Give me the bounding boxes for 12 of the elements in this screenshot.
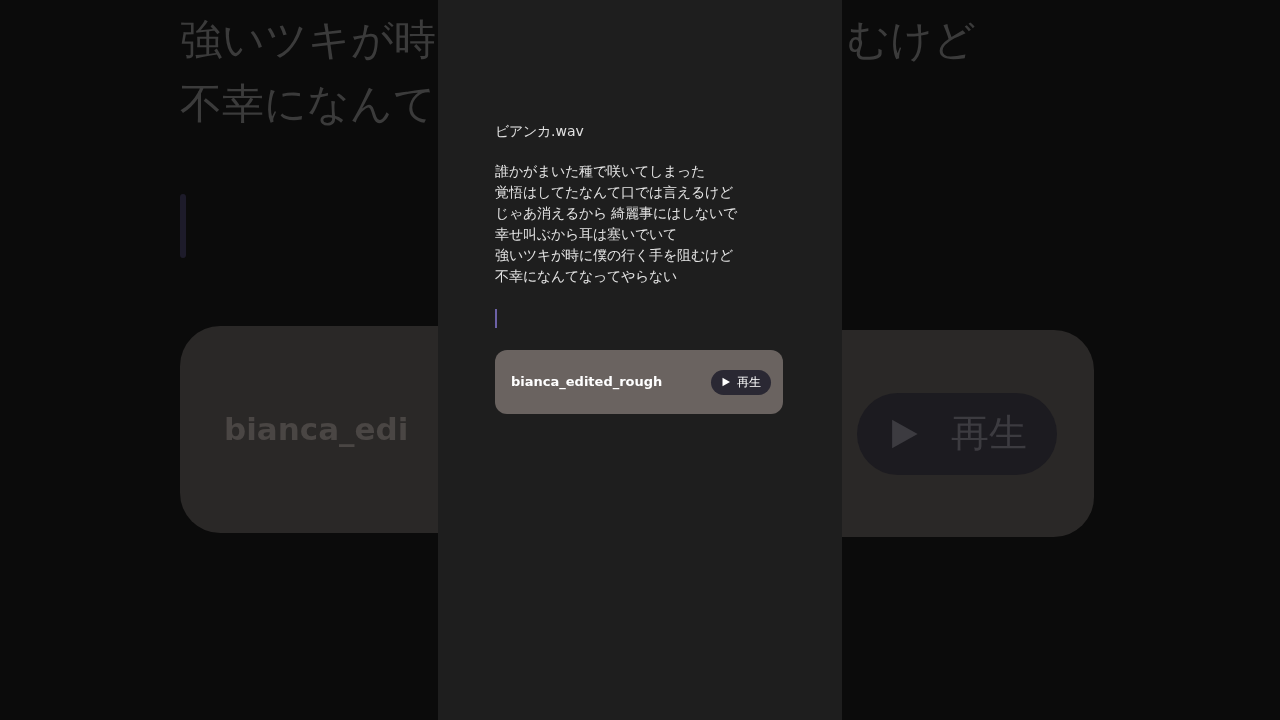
lyric-line: 誰かがまいた種で咲いてしまった [495,162,706,181]
play-button[interactable]: 再生 [711,369,771,395]
lyric-line: 覚悟はしてたなんて口では言えるけど [495,183,734,202]
lyric-line: 幸せ叫ぶから耳は塞いでいて [495,225,678,244]
text-cursor [495,309,497,328]
blurred-cursor [180,194,186,258]
lyric-line: 強いツキが時に僕の行く手を阻むけど [495,246,734,265]
lyric-line: 不幸になんてなってやらない [495,267,678,286]
audio-name: bianca_edited_rough [511,373,663,392]
play-icon [721,377,731,387]
note-title: ビアンカ.wav [495,122,585,141]
lyric-line: じゃあ消えるから 綺麗事にはしないで [495,204,739,223]
